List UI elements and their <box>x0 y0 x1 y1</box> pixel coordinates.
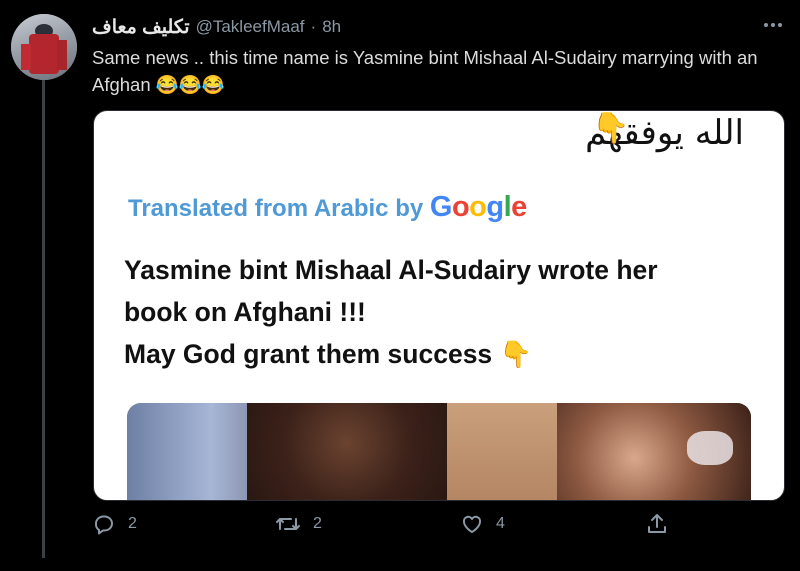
avatar[interactable] <box>11 14 77 80</box>
translation-line: May God grant them success <box>124 339 493 369</box>
user-handle[interactable]: @TakleefMaaf <box>196 17 305 37</box>
translated-prefix: Translated from Arabic by <box>128 195 424 222</box>
reply-button[interactable]: 2 <box>92 512 137 536</box>
retweet-count: 2 <box>313 515 322 532</box>
share-icon <box>648 514 666 533</box>
pointing-down-emoji: 👇 <box>499 339 532 369</box>
google-letter: g <box>486 191 504 223</box>
reply-count: 2 <box>128 515 137 532</box>
tweet-header: تكليف معاف @TakleefMaaf · 8h <box>92 14 341 40</box>
google-letter: o <box>469 191 487 223</box>
like-count: 4 <box>496 515 505 532</box>
media-image[interactable]: الله يوفقهم 👇 Translated from Arabic by … <box>93 110 785 501</box>
separator-dot: · <box>310 17 317 36</box>
google-letter: G <box>429 191 453 223</box>
tweet-text: Same news .. this time name is Yasmine b… <box>92 47 758 95</box>
video-region <box>687 431 733 465</box>
translation-line-with-emoji: May God grant them success 👇 <box>124 333 744 375</box>
like-icon <box>462 515 482 533</box>
translation-text: Yasmine bint Mishaal Al-Sudairy wrote he… <box>124 249 744 375</box>
more-dot <box>778 23 782 27</box>
like-button[interactable]: 4 <box>460 512 505 536</box>
more-dot <box>764 23 768 27</box>
translated-by-google: Translated from Arabic by Google <box>128 191 527 224</box>
video-region <box>247 403 447 500</box>
thread-line <box>42 80 45 558</box>
avatar-detail-left <box>21 44 31 70</box>
share-button[interactable] <box>645 512 669 536</box>
more-dot <box>771 23 775 27</box>
google-letter: o <box>451 191 470 223</box>
more-horizontal-icon[interactable] <box>760 16 786 34</box>
timestamp[interactable]: 8h <box>322 17 341 37</box>
arabic-caption-area: الله يوفقهم 👇 <box>94 111 784 161</box>
video-region <box>427 403 577 500</box>
avatar-figure <box>29 34 59 74</box>
display-name[interactable]: تكليف معاف <box>92 16 190 39</box>
video-thumbnail[interactable] <box>127 403 751 500</box>
translation-line: Yasmine bint Mishaal Al-Sudairy wrote he… <box>124 255 658 285</box>
action-bar: 2 2 4 <box>92 512 782 544</box>
translation-line: book on Afghani !!! <box>124 297 366 327</box>
retweet-button[interactable]: 2 <box>275 512 322 536</box>
video-region <box>127 403 267 500</box>
avatar-detail-right <box>57 40 67 70</box>
pointing-down-emoji: 👇 <box>592 112 630 145</box>
reply-icon <box>94 515 113 535</box>
retweet-icon <box>276 518 300 530</box>
google-letter: e <box>511 191 527 223</box>
google-logo: Google <box>430 191 527 223</box>
